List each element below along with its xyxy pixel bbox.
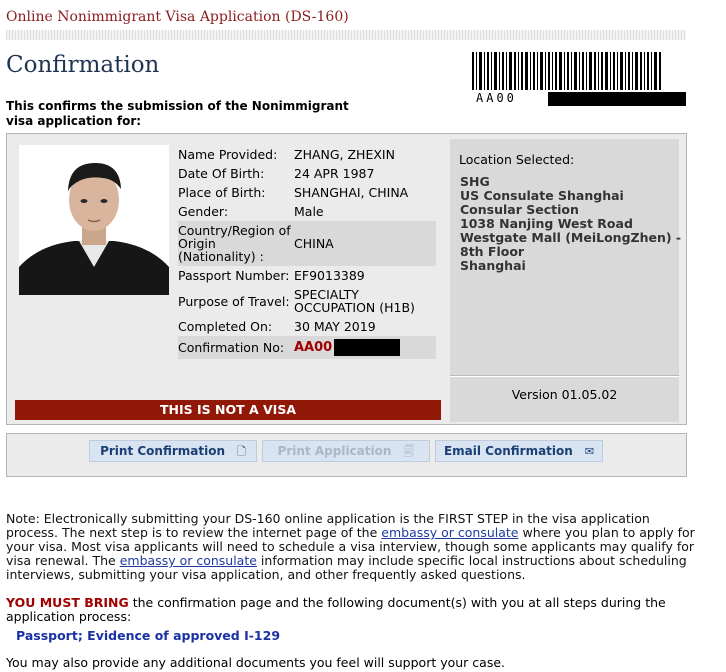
- header-divider: [6, 30, 686, 40]
- embassy-link[interactable]: embassy or consulate: [120, 553, 257, 568]
- detail-value: ZHANG, ZHEXIN: [294, 147, 395, 162]
- button-label: Print Confirmation: [100, 444, 226, 458]
- detail-row-completed: Completed On: 30 MAY 2019: [178, 317, 436, 336]
- barcode-number: AA00: [476, 91, 517, 105]
- detail-row-confirmation: Confirmation No: AA00: [178, 336, 436, 359]
- instructions-note: Note: Electronically submitting your DS-…: [6, 512, 696, 582]
- intro-text: This confirms the submission of the Noni…: [6, 99, 349, 128]
- redaction-block: [548, 92, 686, 106]
- redaction-block: [334, 339, 401, 356]
- detail-row-gender: Gender: Male: [178, 202, 436, 221]
- action-bar: Print Confirmation 🗋 Print Application 🗐 E…: [6, 433, 687, 477]
- detail-row-nationality: Country/Region of Origin (Nationality) :…: [178, 221, 436, 266]
- detail-label: Place of Birth:: [178, 185, 266, 200]
- detail-value: SPECIALTY OCCUPATION (H1B): [294, 287, 415, 315]
- must-bring-heading: YOU MUST BRING: [6, 595, 129, 610]
- barcode-image: [472, 52, 661, 90]
- detail-row-purpose: Purpose of Travel: SPECIALTY OCCUPATION …: [178, 285, 436, 317]
- detail-row-name: Name Provided: ZHANG, ZHEXIN: [178, 145, 436, 164]
- version-text: Version 01.05.02: [511, 387, 618, 402]
- must-bring-text: YOU MUST BRING the confirmation page and…: [6, 596, 696, 624]
- detail-label: Country/Region of Origin (Nationality) :: [178, 223, 291, 264]
- detail-row-dob: Date Of Birth: 24 APR 1987: [178, 164, 436, 183]
- location-line: Shanghai: [460, 258, 526, 273]
- applicant-portrait-icon: [19, 145, 169, 295]
- print-application-button[interactable]: Print Application 🗐: [262, 440, 430, 462]
- detail-label: Confirmation No:: [178, 340, 285, 355]
- required-documents: Passport; Evidence of approved I-129: [16, 628, 281, 643]
- button-label: Email Confirmation: [443, 444, 573, 458]
- location-panel: Location Selected: SHG US Consulate Shan…: [450, 139, 682, 422]
- detail-value: CHINA: [294, 236, 334, 251]
- document-stack-icon: 🗐: [403, 445, 415, 458]
- location-divider: [450, 375, 679, 377]
- detail-label: Gender:: [178, 204, 229, 219]
- print-confirmation-button[interactable]: Print Confirmation 🗋: [89, 440, 257, 462]
- location-code: SHG: [460, 174, 490, 189]
- detail-label: Name Provided:: [178, 147, 278, 162]
- app-title: Online Nonimmigrant Visa Application (DS…: [6, 9, 349, 25]
- confirmation-number-prefix: AA00: [294, 340, 333, 355]
- additional-documents-text: You may also provide any additional docu…: [6, 655, 506, 670]
- not-a-visa-banner: THIS IS NOT A VISA: [15, 400, 441, 420]
- detail-value: Male: [294, 204, 324, 219]
- detail-label: Purpose of Travel:: [178, 293, 290, 309]
- detail-row-passport: Passport Number: EF9013389: [178, 266, 436, 285]
- detail-label: Completed On:: [178, 319, 273, 334]
- applicant-details: Name Provided: ZHANG, ZHEXIN Date Of Bir…: [178, 145, 436, 359]
- detail-label: Passport Number:: [178, 268, 290, 283]
- location-label: Location Selected:: [459, 152, 575, 167]
- location-line: Westgate Mall (MeiLongZhen) - 8th Floor: [460, 230, 682, 259]
- document-icon: 🗋: [237, 445, 246, 458]
- detail-value: SHANGHAI, CHINA: [294, 185, 409, 200]
- location-line: 1038 Nanjing West Road: [460, 216, 633, 231]
- location-line: US Consulate Shanghai Consular Section: [460, 188, 624, 217]
- confirmation-number: AA00: [294, 339, 436, 356]
- embassy-link[interactable]: embassy or consulate: [381, 525, 518, 540]
- detail-value: EF9013389: [294, 268, 365, 283]
- applicant-photo: [19, 145, 169, 295]
- email-confirmation-button[interactable]: Email Confirmation ✉: [435, 440, 603, 462]
- confirmation-panel: Name Provided: ZHANG, ZHEXIN Date Of Bir…: [6, 133, 687, 425]
- detail-row-birthplace: Place of Birth: SHANGHAI, CHINA: [178, 183, 436, 202]
- location-address: SHG US Consulate Shanghai Consular Secti…: [460, 175, 682, 273]
- page-title: Confirmation: [6, 52, 160, 78]
- detail-value: 30 MAY 2019: [294, 319, 376, 334]
- detail-label: Date Of Birth:: [178, 166, 265, 181]
- envelope-icon: ✉: [584, 445, 595, 458]
- detail-value: 24 APR 1987: [294, 166, 375, 181]
- button-label: Print Application: [277, 444, 392, 458]
